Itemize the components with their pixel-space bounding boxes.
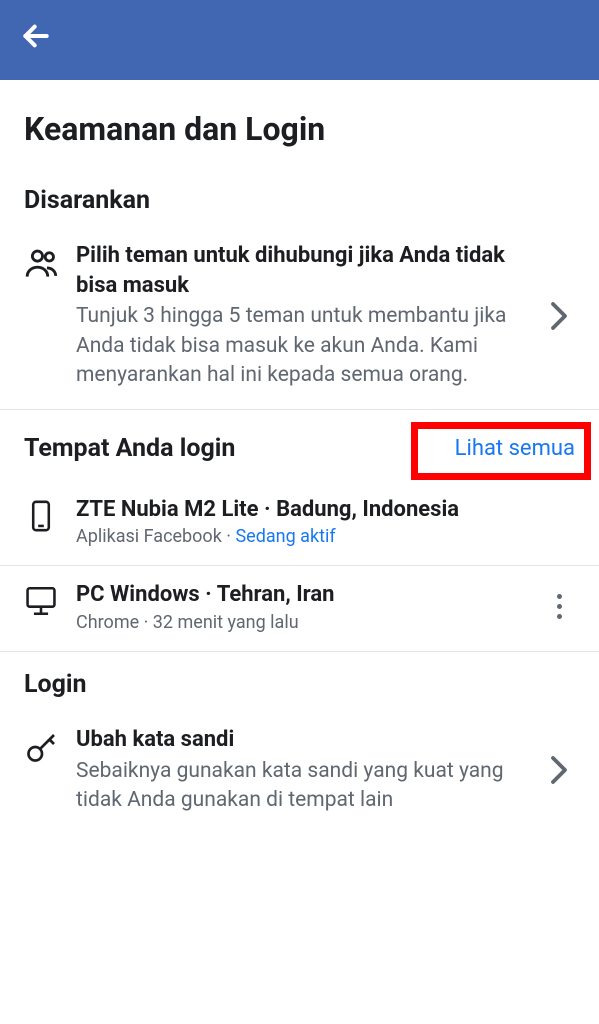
device-status-active: Sedang aktif: [235, 526, 335, 547]
desktop-icon: [24, 580, 64, 622]
login-item-change-password[interactable]: Ubah kata sandi Sebaiknya gunakan kata s…: [0, 711, 599, 833]
device-row-desktop[interactable]: PC Windows · Tehran, Iran Chrome · 32 me…: [0, 566, 599, 652]
item-title: Ubah kata sandi: [76, 725, 539, 755]
friends-icon: [24, 241, 64, 287]
section-header-where-logged-in: Tempat Anda login Lihat semua: [0, 410, 599, 481]
item-content: Pilih teman untuk dihubungi jika Anda ti…: [64, 241, 539, 391]
dot-icon: [557, 604, 562, 609]
item-content: PC Windows · Tehran, Iran Chrome · 32 me…: [64, 580, 539, 633]
separator: ·: [222, 526, 236, 547]
key-icon: [24, 725, 64, 769]
app-header: [0, 0, 599, 80]
device-status-time: 32 menit yang lalu: [153, 612, 299, 633]
section-title-where-logged-in: Tempat Anda login: [24, 434, 235, 463]
section-title-recommended: Disarankan: [0, 168, 599, 227]
dot-icon: [557, 614, 562, 619]
section-title-login: Login: [0, 652, 599, 711]
item-subtitle: Sebaiknya gunakan kata sandi yang kuat y…: [76, 757, 539, 816]
item-content: ZTE Nubia M2 Lite · Badung, Indonesia Ap…: [64, 495, 579, 548]
device-row-mobile[interactable]: ZTE Nubia M2 Lite · Badung, Indonesia Ap…: [0, 481, 599, 567]
back-button[interactable]: [20, 20, 52, 60]
device-title: ZTE Nubia M2 Lite · Badung, Indonesia: [76, 495, 579, 525]
see-all-link[interactable]: Lihat semua: [445, 430, 585, 467]
mobile-icon: [24, 495, 64, 537]
item-subtitle: Tunjuk 3 hingga 5 teman untuk membantu j…: [76, 302, 539, 390]
device-app: Aplikasi Facebook: [76, 526, 222, 547]
content-area: Keamanan dan Login Disarankan Pilih tema…: [0, 80, 599, 833]
arrow-left-icon: [20, 20, 52, 52]
dot-icon: [557, 594, 562, 599]
separator: ·: [139, 612, 153, 633]
device-title: PC Windows · Tehran, Iran: [76, 580, 539, 610]
item-content: Ubah kata sandi Sebaiknya gunakan kata s…: [64, 725, 539, 815]
page-title: Keamanan dan Login: [0, 80, 599, 168]
more-options-button[interactable]: [539, 594, 579, 619]
item-title: Pilih teman untuk dihubungi jika Anda ti…: [76, 241, 539, 300]
chevron-right-icon: [539, 755, 579, 785]
device-app: Chrome: [76, 612, 139, 633]
chevron-right-icon: [539, 301, 579, 331]
device-meta: Chrome · 32 menit yang lalu: [76, 612, 539, 633]
device-meta: Aplikasi Facebook · Sedang aktif: [76, 526, 579, 547]
recommended-item-choose-friends[interactable]: Pilih teman untuk dihubungi jika Anda ti…: [0, 227, 599, 410]
